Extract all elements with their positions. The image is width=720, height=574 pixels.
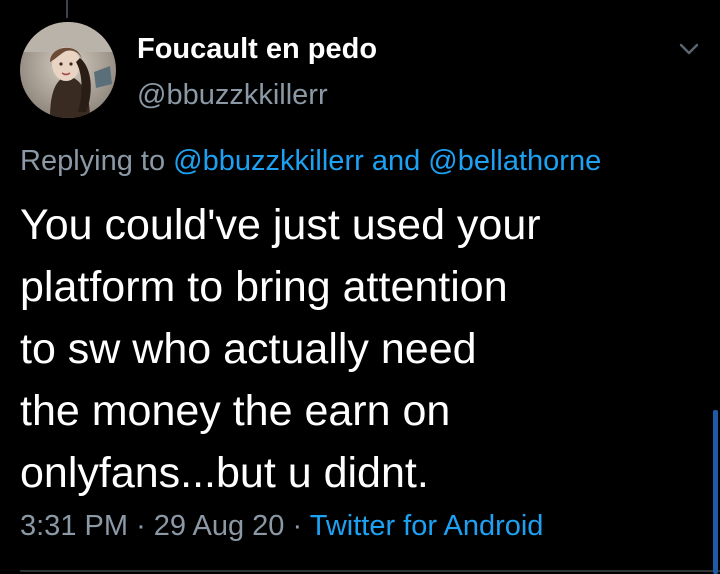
avatar[interactable] xyxy=(20,22,116,118)
tweet-text-line: platform to bring attention xyxy=(20,263,508,311)
replying-to-line: Replying to @bbuzzkkillerr and @bellatho… xyxy=(20,142,601,180)
mention-link-bbuzzkkillerr[interactable]: @bbuzzkkillerr xyxy=(173,145,364,177)
divider xyxy=(20,570,720,572)
tweet-time[interactable]: 3:31 PM xyxy=(20,510,128,542)
tweet-source-link[interactable]: Twitter for Android xyxy=(310,510,544,542)
author-display-name[interactable]: Foucault en pedo xyxy=(137,30,377,68)
tweet-detail: Foucault en pedo @bbuzzkkillerr Replying… xyxy=(0,0,720,574)
author-handle[interactable]: @bbuzzkkillerr xyxy=(137,76,328,114)
tweet-text-line: to sw who actually need xyxy=(20,325,477,373)
mention-joiner: and xyxy=(371,145,421,177)
meta-separator: · xyxy=(136,510,146,542)
scrollbar[interactable] xyxy=(713,410,718,574)
tweet-text-line: the money the earn on xyxy=(20,387,451,435)
replying-to-label: Replying to xyxy=(20,145,166,177)
meta-separator: · xyxy=(292,510,303,542)
mention-link-bellathorne[interactable]: @bellathorne xyxy=(428,145,601,177)
tweet-text-line: You could've just used your xyxy=(20,201,541,249)
tweet-date[interactable]: 29 Aug 20 xyxy=(154,510,285,542)
thread-connector-line xyxy=(66,0,68,18)
tweet-text: You could've just used your platform to … xyxy=(20,194,680,504)
chevron-down-icon[interactable] xyxy=(676,36,702,62)
tweet-text-line: onlyfans...but u didnt. xyxy=(20,449,429,497)
tweet-meta: 3:31 PM · 29 Aug 20 · Twitter for Androi… xyxy=(20,507,543,545)
